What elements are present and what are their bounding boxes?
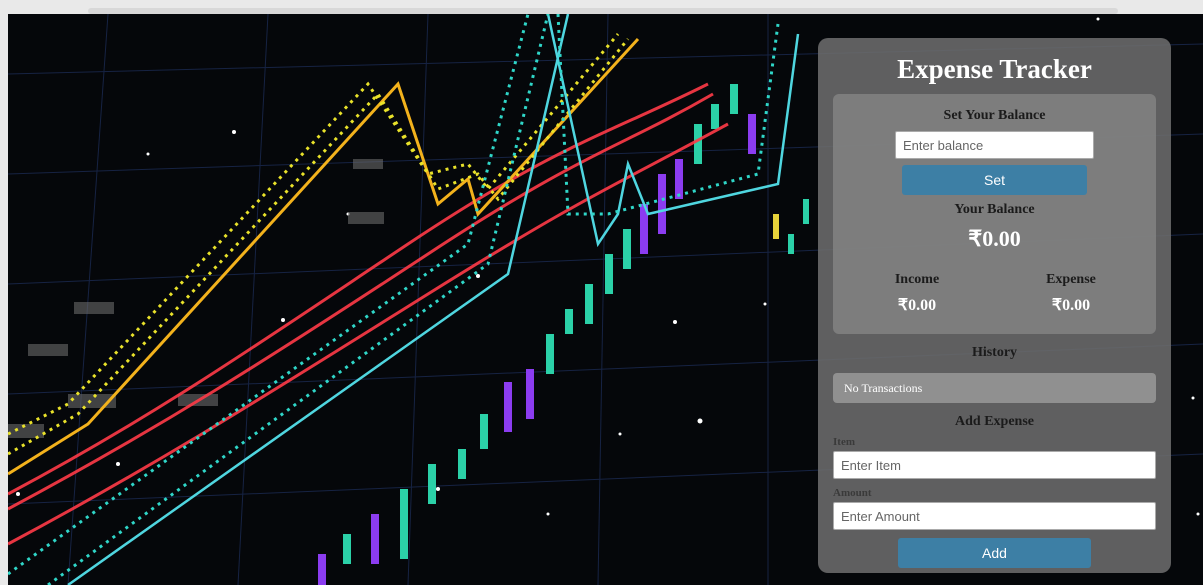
income-label: Income — [894, 272, 940, 287]
add-expense-button[interactable]: Add — [898, 538, 1091, 568]
balance-card: Set Your Balance Set Your Balance ₹0.00 … — [833, 94, 1156, 334]
history-list-empty: No Transactions — [833, 373, 1156, 403]
expense-tracker-panel: Expense Tracker Set Your Balance Set You… — [818, 38, 1171, 573]
app-title: Expense Tracker — [897, 54, 1092, 84]
balance-input[interactable] — [895, 131, 1094, 159]
income-value: ₹0.00 — [897, 297, 937, 314]
your-balance-label: Your Balance — [954, 202, 1035, 217]
set-balance-heading: Set Your Balance — [943, 108, 1046, 123]
amount-label: Amount — [833, 487, 872, 499]
add-expense-heading: Add Expense — [955, 414, 1034, 429]
amount-input[interactable] — [833, 502, 1156, 530]
expense-label: Expense — [1046, 272, 1096, 287]
item-input[interactable] — [833, 451, 1156, 479]
set-balance-button[interactable]: Set — [902, 165, 1087, 195]
expense-value: ₹0.00 — [1051, 297, 1091, 314]
history-heading: History — [971, 345, 1018, 360]
item-label: Item — [833, 436, 855, 448]
balance-value: ₹0.00 — [968, 226, 1021, 251]
